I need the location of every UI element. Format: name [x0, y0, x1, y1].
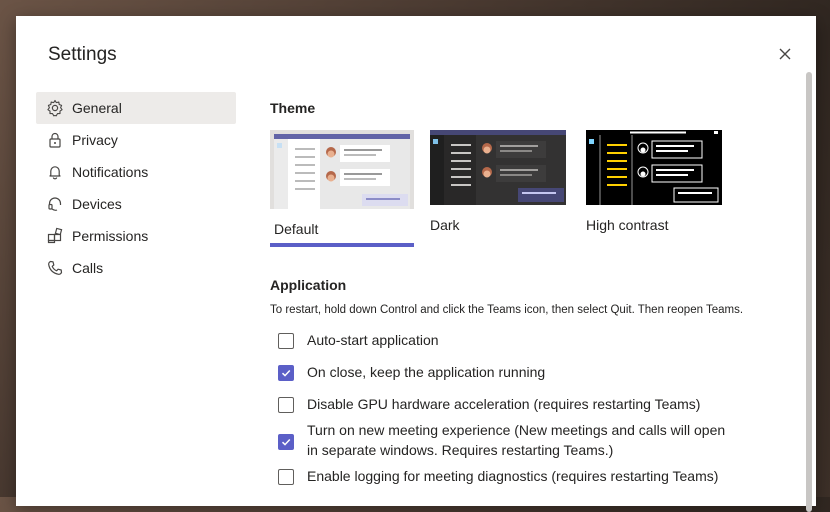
option-label: Auto-start application [307, 332, 439, 348]
theme-label: High contrast [586, 217, 669, 233]
headset-icon [46, 195, 64, 213]
settings-dialog: Settings General Privacy Notifications D… [16, 16, 816, 512]
checkbox[interactable] [278, 365, 294, 381]
theme-option-default[interactable]: Default [270, 130, 414, 247]
nav-label: Permissions [72, 228, 149, 244]
theme-option-dark[interactable]: Dark [430, 130, 574, 233]
theme-label: Dark [430, 217, 460, 233]
scrollbar[interactable] [805, 72, 813, 512]
theme-preview-dark [430, 130, 566, 205]
checkmark-icon [281, 369, 291, 377]
option-label: Disable GPU hardware acceleration (requi… [307, 396, 701, 412]
nav-label: Notifications [72, 164, 149, 180]
nav-label: General [72, 100, 122, 116]
option-new-meeting-experience[interactable]: Turn on new meeting experience (New meet… [278, 422, 738, 460]
nav-item-privacy[interactable]: Privacy [36, 124, 236, 156]
checkbox[interactable] [278, 333, 294, 349]
theme-preview-default [274, 134, 410, 209]
nav-item-calls[interactable]: Calls [36, 252, 236, 284]
option-auto-start[interactable]: Auto-start application [278, 332, 439, 350]
checkbox[interactable] [278, 397, 294, 413]
nav-item-devices[interactable]: Devices [36, 188, 236, 220]
nav-item-notifications[interactable]: Notifications [36, 156, 236, 188]
application-description: To restart, hold down Control and click … [270, 304, 744, 316]
lock-icon [46, 131, 64, 149]
settings-nav: General Privacy Notifications Devices Pe… [36, 92, 236, 284]
nav-item-permissions[interactable]: Permissions [36, 220, 236, 252]
option-label: Turn on new meeting experience (New meet… [307, 422, 726, 458]
bell-icon [46, 163, 64, 181]
selected-indicator [270, 243, 414, 247]
checkmark-icon [281, 438, 291, 446]
theme-preview-high-contrast [586, 130, 722, 205]
option-keep-running[interactable]: On close, keep the application running [278, 364, 545, 382]
option-label: Enable logging for meeting diagnostics (… [307, 468, 719, 484]
option-disable-gpu[interactable]: Disable GPU hardware acceleration (requi… [278, 396, 700, 414]
dialog-title: Settings [48, 44, 117, 65]
checkbox[interactable] [278, 469, 294, 485]
nav-label: Privacy [72, 132, 118, 148]
application-section-title: Application [270, 277, 347, 293]
theme-preview-frame [270, 130, 414, 209]
theme-label: Default [274, 221, 319, 237]
nav-item-general[interactable]: General [36, 92, 236, 124]
option-enable-logging[interactable]: Enable logging for meeting diagnostics (… [278, 468, 718, 486]
close-icon[interactable] [776, 45, 794, 63]
scrollbar-thumb[interactable] [806, 72, 812, 512]
nav-label: Calls [72, 260, 104, 276]
theme-section-title: Theme [270, 100, 316, 116]
checkbox[interactable] [278, 434, 294, 450]
apps-icon [46, 227, 64, 245]
phone-icon [46, 259, 64, 277]
gear-icon [46, 99, 64, 117]
option-label: On close, keep the application running [307, 364, 546, 380]
nav-label: Devices [72, 196, 122, 212]
theme-option-high-contrast[interactable]: High contrast [586, 130, 730, 233]
